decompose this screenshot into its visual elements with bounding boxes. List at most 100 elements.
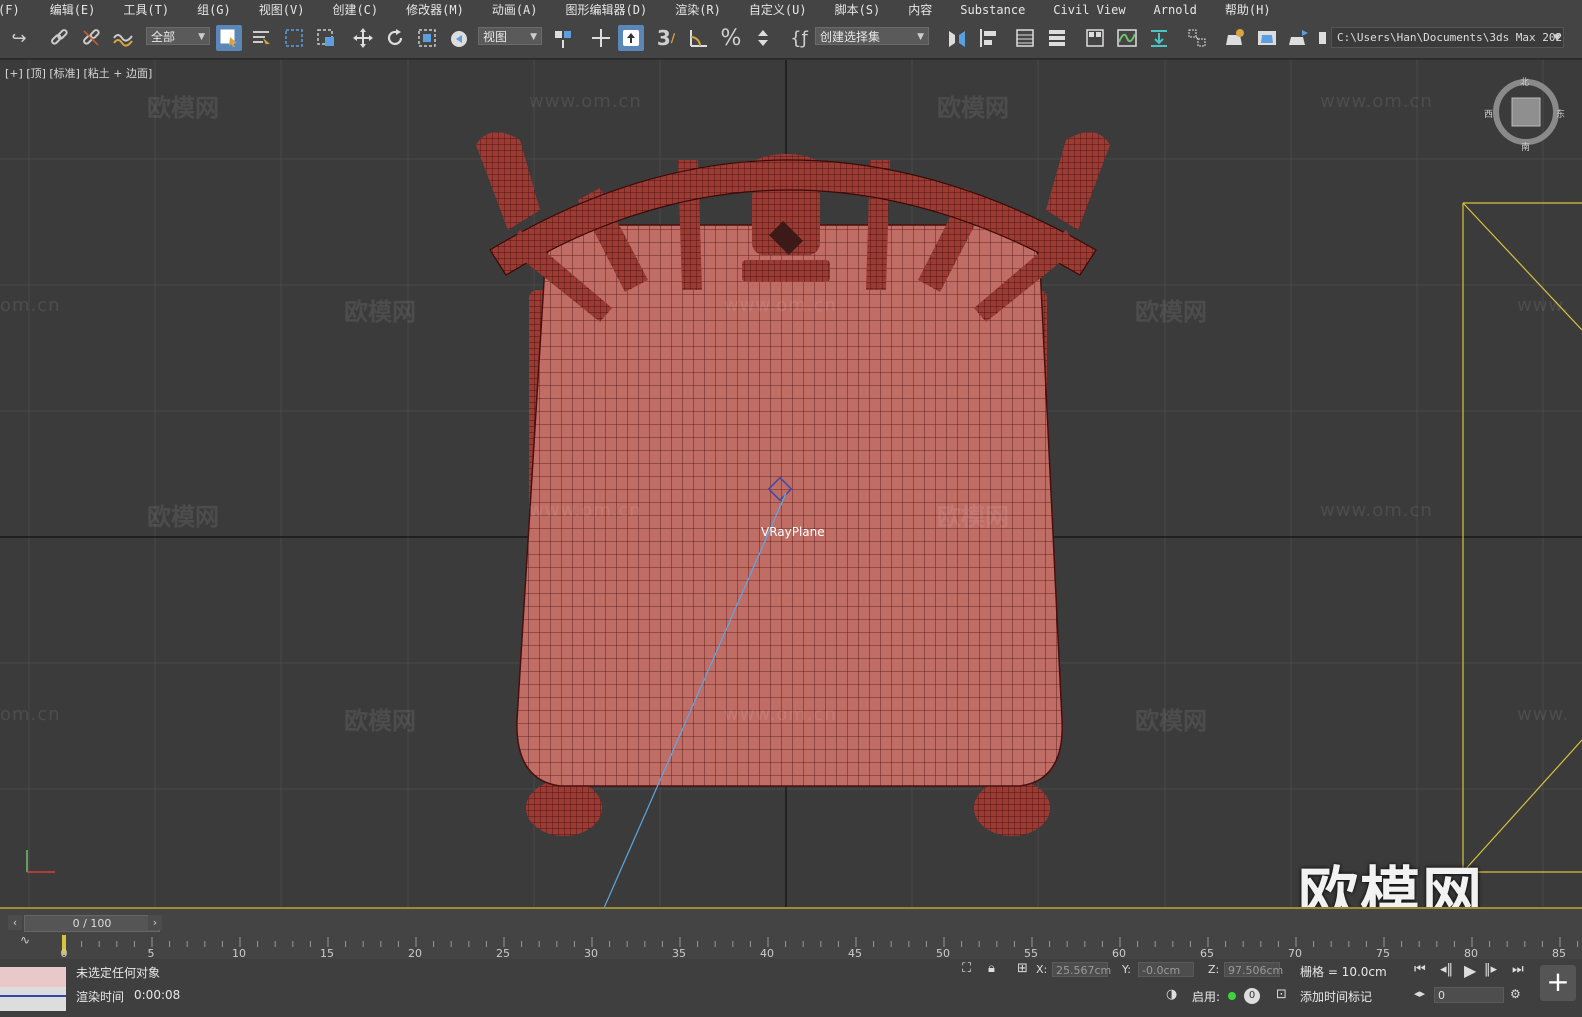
mirror-icon[interactable] <box>944 25 970 51</box>
viewcube-east[interactable]: 东 <box>1556 107 1565 120</box>
menu-rendering[interactable]: 渲染(R) <box>675 1 721 18</box>
selection-filter-dropdown[interactable]: 全部 ▼ <box>146 27 210 45</box>
curve-editor-mini-icon[interactable]: ∿ <box>20 933 30 947</box>
chevron-down-icon[interactable]: ▼ <box>1550 25 1564 51</box>
edit-named-selection-icon[interactable]: {ƒ <box>786 25 812 51</box>
rendered-frame-window-icon[interactable] <box>1254 25 1280 51</box>
viewcube-west[interactable]: 西 <box>1484 107 1493 120</box>
go-to-end-icon[interactable]: ⏭ <box>1512 962 1524 977</box>
next-frame-icon[interactable]: ‖▸ <box>1484 962 1497 977</box>
go-to-start-icon[interactable]: ⏮ <box>1414 962 1426 977</box>
menu-modifiers[interactable]: 修改器(M) <box>406 1 464 18</box>
time-configuration-icon[interactable]: ⚙ <box>1510 987 1521 1001</box>
watermark-url: www.om.cn <box>1320 500 1433 521</box>
time-slider[interactable]: 0 / 100 <box>24 915 160 932</box>
top-viewport[interactable]: [+] [顶] [标准] [粘土 + 边面] 欧模网 www.om.cn 欧模网… <box>0 59 1582 908</box>
time-ruler[interactable]: 0 5 10 15 20 25 30 35 40 45 50 55 60 65 … <box>59 935 1582 960</box>
menu-group[interactable]: 组(G) <box>197 1 231 18</box>
menu-create[interactable]: 创建(C) <box>332 1 378 18</box>
menu-edit[interactable]: 编辑(E) <box>50 1 96 18</box>
watermark-url: www.om.cn <box>529 91 642 112</box>
current-frame-field[interactable]: 0 <box>1434 987 1504 1003</box>
menu-arnold[interactable]: Arnold <box>1154 3 1197 17</box>
align-icon[interactable] <box>976 25 1002 51</box>
lock-selection-icon[interactable]: 🔒︎ <box>988 961 995 976</box>
viewcube-south[interactable]: 南 <box>1521 140 1530 153</box>
menu-file[interactable]: (F) <box>0 3 20 17</box>
rectangular-selection-icon[interactable] <box>281 25 307 51</box>
render-production-icon[interactable] <box>1286 25 1312 51</box>
grid-size: 栅格 = 10.0cm <box>1300 965 1387 979</box>
curve-editor-icon[interactable] <box>1114 25 1140 51</box>
layer-explorer-icon[interactable] <box>1044 25 1070 51</box>
menu-tools[interactable]: 工具(T) <box>123 1 169 18</box>
project-path-dropdown[interactable]: C:\Users\Han\Documents\3ds Max 2022 <box>1331 27 1564 48</box>
toggle-ribbon-icon[interactable] <box>1082 25 1108 51</box>
frame-display: 0 / 100 <box>72 917 112 930</box>
menu-help[interactable]: 帮助(H) <box>1225 1 1271 18</box>
current-frame-value: 0 <box>1438 989 1445 1002</box>
place-icon[interactable] <box>446 25 472 51</box>
isolate-selection-icon[interactable]: ⛶ <box>962 961 971 976</box>
watermark-url: www.om.cn <box>529 500 642 521</box>
render-setup-icon[interactable] <box>1222 25 1248 51</box>
snap-number: 3 <box>656 26 671 50</box>
unlink-icon[interactable] <box>78 25 104 51</box>
menu-scripting[interactable]: 脚本(S) <box>835 1 881 18</box>
previous-frame-icon[interactable]: ◂‖ <box>1440 962 1453 977</box>
z-coordinate-field[interactable]: 97.506cm <box>1224 962 1283 977</box>
schematic-view-icon[interactable] <box>1146 25 1172 51</box>
redo-icon[interactable]: ↪ <box>6 25 32 51</box>
maxscript-listener-mini[interactable] <box>0 967 66 1011</box>
render-time-value: 0:00:08 <box>134 988 181 1002</box>
y-coordinate-field[interactable]: -0.0cm <box>1138 962 1194 977</box>
scale-icon[interactable] <box>414 25 440 51</box>
play-icon[interactable]: ▶ <box>1464 961 1476 980</box>
vray-plane-label[interactable]: VRayPlane <box>761 525 825 539</box>
select-by-name-icon[interactable] <box>248 25 274 51</box>
menu-bar: (F) 编辑(E) 工具(T) 组(G) 视图(V) 创建(C) 修改器(M) … <box>0 0 1582 19</box>
select-manipulate-icon[interactable] <box>588 25 614 51</box>
selection-status: 未选定任何对象 <box>76 966 161 980</box>
scene-explorer-icon[interactable] <box>1012 25 1038 51</box>
snap-toggle-icon[interactable]: 3 ∕ <box>652 25 680 51</box>
x-coordinate-field[interactable]: 25.567cm <box>1052 962 1111 977</box>
named-selection-set-dropdown[interactable]: 创建选择集 ▼ <box>815 27 929 45</box>
rotate-icon[interactable] <box>382 25 408 51</box>
menu-animation[interactable]: 动画(A) <box>492 1 538 18</box>
window-crossing-icon[interactable] <box>313 25 339 51</box>
move-icon[interactable] <box>350 25 376 51</box>
bind-space-warp-icon[interactable] <box>110 25 136 51</box>
menu-civil-view[interactable]: Civil View <box>1053 3 1125 17</box>
add-time-tag[interactable]: 添加时间标记 <box>1300 988 1372 1005</box>
add-icon[interactable]: + <box>1540 965 1576 1001</box>
material-editor-icon[interactable] <box>1184 25 1210 51</box>
viewcube[interactable]: 北 南 东 西 <box>1484 75 1570 158</box>
next-frame-arrow-icon[interactable]: › <box>148 915 162 930</box>
adaptive-degradation-icon[interactable]: ◑ <box>1166 987 1177 1002</box>
angle-snap-icon[interactable] <box>686 25 712 51</box>
time-tag-icon[interactable]: ⊡ <box>1276 987 1287 1002</box>
menu-customize[interactable]: 自定义(U) <box>749 1 807 18</box>
menu-substance[interactable]: Substance <box>960 3 1025 17</box>
key-mode-icon[interactable]: ◂▸ <box>1414 987 1425 1000</box>
viewcube-north[interactable]: 北 <box>1520 75 1529 88</box>
select-object-icon[interactable] <box>216 25 242 51</box>
watermark-text: 欧模网 <box>937 94 1009 122</box>
menu-content[interactable]: 内容 <box>908 1 932 18</box>
keyboard-shortcut-override-icon[interactable] <box>618 25 644 51</box>
link-icon[interactable] <box>46 25 72 51</box>
reference-coord-dropdown[interactable]: 视图 ▼ <box>478 27 542 45</box>
percent-snap-icon[interactable]: % <box>718 25 744 51</box>
enable-count-badge[interactable]: 0 <box>1244 988 1260 1004</box>
watermark-text: 欧模网 <box>937 503 1009 531</box>
pivot-center-icon[interactable] <box>550 25 576 51</box>
prev-frame-arrow-icon[interactable]: ‹ <box>8 915 22 930</box>
brand-watermark: 欧模网 <box>1298 861 1484 908</box>
menu-views[interactable]: 视图(V) <box>259 1 305 18</box>
spinner-snap-icon[interactable] <box>750 25 776 51</box>
absolute-mode-icon[interactable]: ⊞ <box>1017 961 1028 976</box>
viewport-label[interactable]: [+] [顶] [标准] [粘土 + 边面] <box>5 65 152 81</box>
menu-graph-editors[interactable]: 图形编辑器(D) <box>566 1 648 18</box>
main-toolbar: ↪ 全部 ▼ 视图 ▼ 3 ∕ % {ƒ 创建选择集 ▼ C:\Users\Ha… <box>0 19 1582 59</box>
